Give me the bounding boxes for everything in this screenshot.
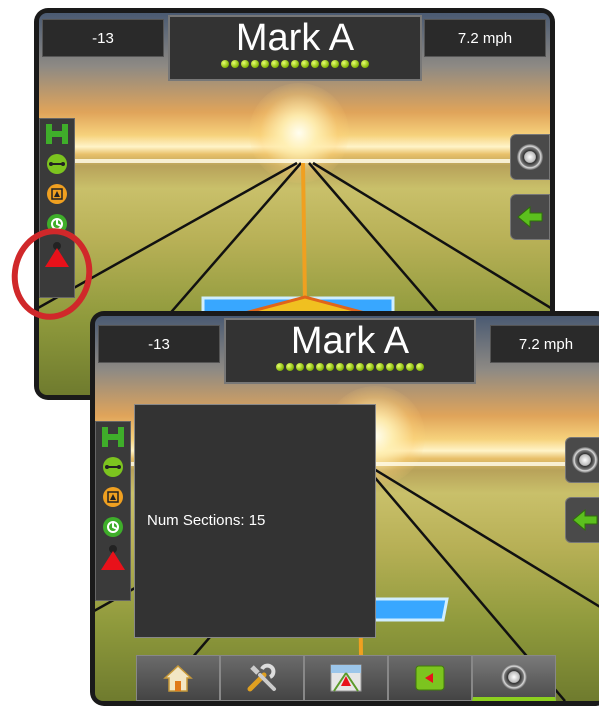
speed-readout: 7.2 mph: [424, 19, 546, 57]
title-box: Mark A: [224, 318, 476, 384]
tools-icon: [247, 663, 276, 692]
tab-home[interactable]: [136, 655, 220, 701]
back-arrow-button[interactable]: [510, 194, 550, 240]
lightbar: [221, 60, 369, 68]
marker-icon[interactable]: [42, 179, 72, 209]
marker-icon[interactable]: [98, 482, 128, 512]
guidance-mode-icon[interactable]: [98, 422, 128, 452]
guidance-view-icon: [330, 664, 362, 692]
zoom-view-button[interactable]: [565, 437, 599, 483]
bottom-tab-bar: [136, 655, 556, 701]
zoom-view-icon: [572, 447, 598, 473]
home-icon: [163, 664, 193, 692]
settings-dial-icon: [501, 663, 527, 690]
page-title: Mark A: [235, 17, 355, 59]
guidance-screen-bottom: -13 7.2 mph Mark A Num Sections: 15: [90, 311, 599, 706]
tab-guidance-view[interactable]: [304, 655, 388, 701]
mapping-icon: [415, 665, 445, 691]
zoom-view-icon: [517, 144, 543, 170]
back-arrow-button[interactable]: [565, 497, 599, 543]
cross-track-readout: -13: [98, 325, 220, 363]
tab-mapping[interactable]: [388, 655, 472, 701]
back-arrow-icon: [517, 206, 543, 228]
ab-line-icon[interactable]: [98, 452, 128, 482]
zoom-view-button[interactable]: [510, 134, 550, 180]
vehicle-icon[interactable]: [98, 542, 128, 572]
cross-track-readout: -13: [42, 19, 164, 57]
left-toolbar: [95, 421, 131, 601]
tab-settings-dial[interactable]: [472, 655, 556, 701]
ab-line-icon[interactable]: [42, 149, 72, 179]
tab-tools[interactable]: [220, 655, 304, 701]
title-box: Mark A: [168, 15, 422, 81]
info-popup: Num Sections: 15: [134, 404, 376, 638]
page-title: Mark A: [290, 320, 410, 362]
lightbar: [276, 363, 424, 371]
speed-readout: 7.2 mph: [490, 325, 599, 363]
num-sections-text: Num Sections: 15: [147, 512, 266, 529]
back-arrow-icon: [572, 509, 598, 531]
guidance-mode-icon[interactable]: [42, 119, 72, 149]
section-control-icon[interactable]: [98, 512, 128, 542]
